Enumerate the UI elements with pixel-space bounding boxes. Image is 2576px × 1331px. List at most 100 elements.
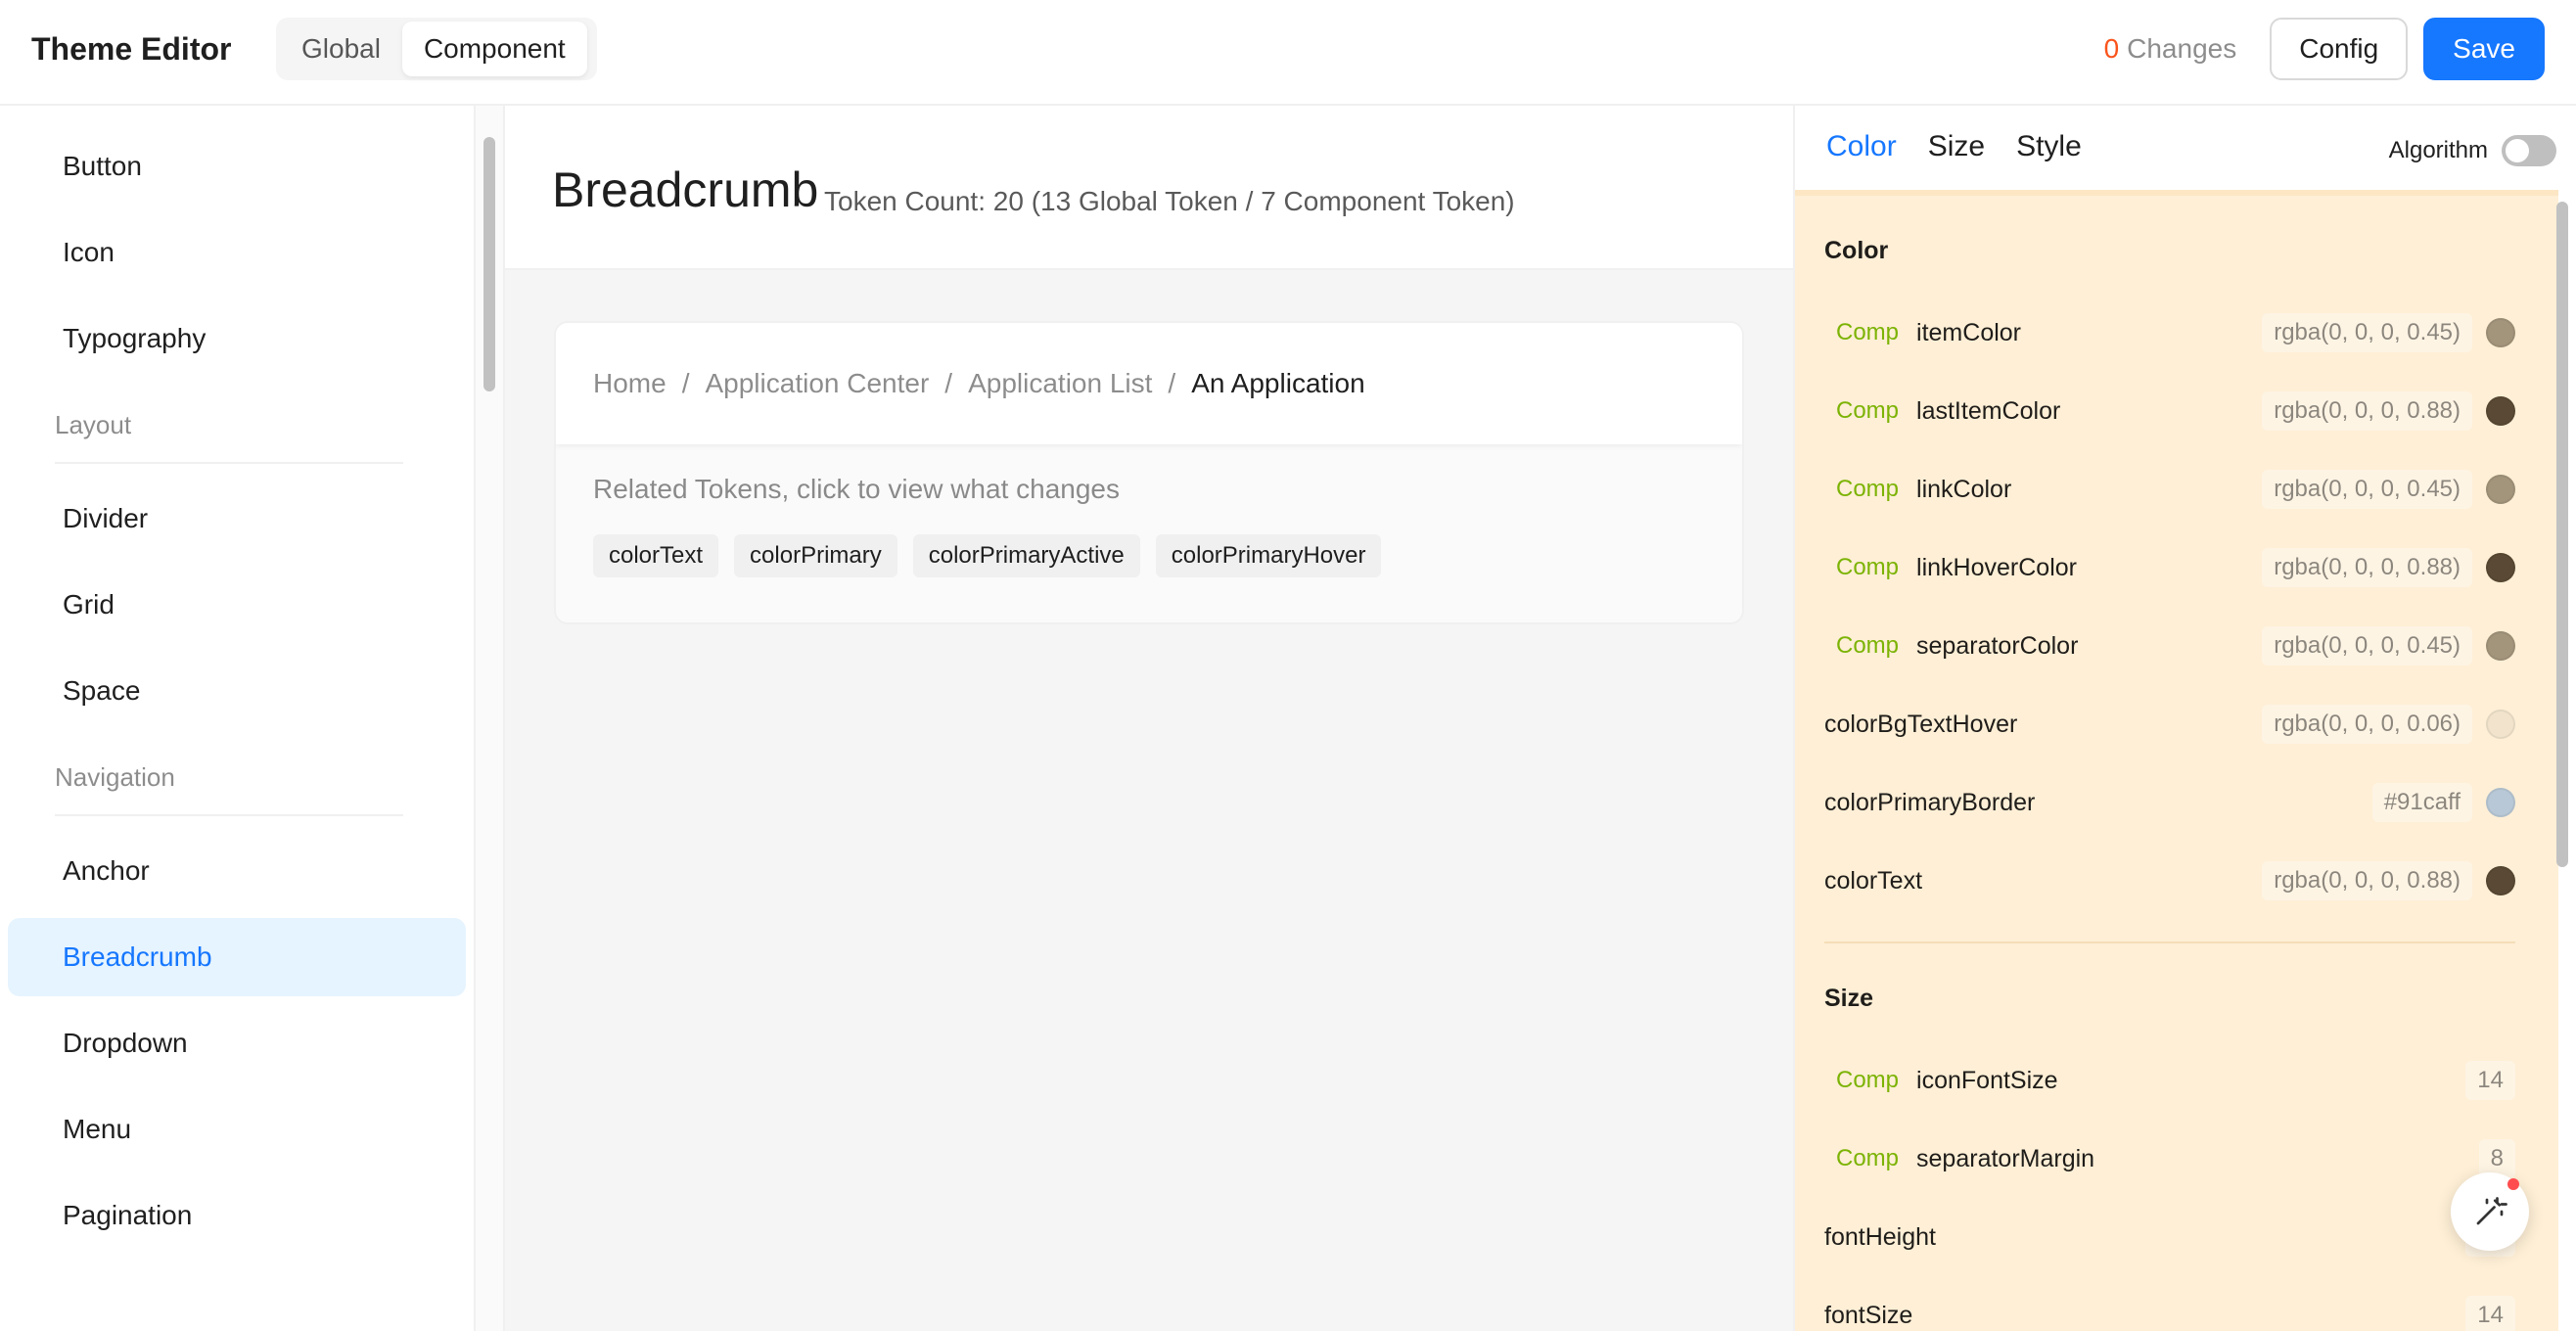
related-token-tag[interactable]: colorPrimaryActive — [912, 534, 1140, 577]
token-value-input[interactable]: rgba(0, 0, 0, 0.45) — [2262, 626, 2472, 666]
preview-card: Home / Application Center / Application List… — [554, 321, 1744, 624]
color-swatch[interactable] — [2486, 553, 2515, 582]
changes-indicator: 0 Changes — [2104, 33, 2237, 65]
token-value-input[interactable]: rgba(0, 0, 0, 0.06) — [2262, 705, 2472, 744]
color-swatch[interactable] — [2486, 631, 2515, 661]
main-content: Breadcrumb Token Count: 20 (13 Global To… — [505, 106, 1793, 1331]
sidebar-item-typography[interactable]: Typography — [8, 299, 466, 378]
component-title: Breadcrumb — [552, 162, 819, 217]
token-name: colorBgTextHover — [1824, 710, 2018, 738]
color-swatch[interactable] — [2486, 475, 2515, 504]
token-row[interactable]: Comp separatorMargin 8 — [1824, 1120, 2515, 1198]
changes-label: Changes — [2127, 33, 2237, 64]
token-row[interactable]: fontHeight22 — [1824, 1198, 2515, 1276]
token-value-input[interactable]: 14 — [2465, 1296, 2515, 1331]
color-swatch[interactable] — [2486, 318, 2515, 347]
breadcrumb-item[interactable]: Home — [593, 364, 667, 403]
token-value-input[interactable]: rgba(0, 0, 0, 0.45) — [2262, 470, 2472, 509]
changes-count: 0 — [2103, 33, 2120, 64]
panel-scrollbar[interactable] — [2556, 202, 2568, 867]
sidebar-item-button[interactable]: Button — [8, 127, 466, 206]
token-panel: Color Size Style Algorithm Color Comp ite… — [1793, 106, 2576, 1331]
section-title-color: Color — [1824, 237, 1889, 264]
header: Theme Editor Global Component 0 Changes C… — [0, 0, 2576, 106]
breadcrumb-separator: / — [944, 368, 953, 398]
size-section: Size Comp iconFontSize 14 Comp separatorMarg… — [1795, 943, 2558, 1331]
mode-global-tab[interactable]: Global — [280, 22, 402, 76]
sidebar-group-layout: Layout — [8, 386, 466, 464]
related-token-tag[interactable]: colorText — [593, 534, 719, 577]
comp-badge: Comp — [1836, 1145, 1900, 1171]
token-list: Color Comp itemColor rgba(0, 0, 0, 0.45) Co… — [1795, 190, 2558, 1331]
comp-badge: Comp — [1836, 632, 1900, 659]
color-swatch[interactable] — [2486, 396, 2515, 426]
comp-badge: Comp — [1836, 1067, 1900, 1093]
tab-style[interactable]: Style — [2016, 106, 2082, 196]
sidebar-item-menu[interactable]: Menu — [8, 1090, 466, 1169]
token-row[interactable]: Comp lastItemColor rgba(0, 0, 0, 0.88) — [1824, 372, 2515, 450]
breadcrumb-item[interactable]: Application Center — [705, 364, 929, 403]
token-name: fontHeight — [1824, 1222, 1936, 1251]
token-name: itemColor — [1916, 318, 2022, 346]
token-row[interactable]: Comp separatorColor rgba(0, 0, 0, 0.45) — [1824, 607, 2515, 685]
breadcrumb-separator: / — [1168, 368, 1176, 398]
config-button[interactable]: Config — [2270, 18, 2409, 80]
component-header: Breadcrumb Token Count: 20 (13 Global To… — [505, 106, 1793, 270]
token-row[interactable]: fontSize 14 — [1824, 1276, 2515, 1331]
token-row[interactable]: colorPrimaryBorder #91caff — [1824, 763, 2515, 842]
breadcrumb-separator: / — [681, 368, 690, 398]
sidebar-item-dropdown[interactable]: Dropdown — [8, 1004, 466, 1082]
sidebar-item-anchor[interactable]: Anchor — [8, 832, 466, 910]
comp-badge: Comp — [1836, 476, 1900, 502]
save-button[interactable]: Save — [2423, 18, 2545, 80]
color-section: Color Comp itemColor rgba(0, 0, 0, 0.45) Co… — [1795, 196, 2558, 943]
token-name: iconFontSize — [1916, 1066, 2058, 1094]
section-title-size: Size — [1824, 985, 1874, 1012]
sidebar-scrollbar[interactable] — [483, 137, 495, 391]
token-name: lastItemColor — [1916, 396, 2061, 425]
component-sidebar: Button Icon Typography Layout Divider Grid Spa… — [0, 106, 476, 1331]
sidebar-item-icon[interactable]: Icon — [8, 213, 466, 292]
token-row[interactable]: colorText rgba(0, 0, 0, 0.88) — [1824, 842, 2515, 920]
sidebar-item-space[interactable]: Space — [8, 652, 466, 730]
sidebar-item-divider[interactable]: Divider — [8, 480, 466, 558]
magic-wand-icon — [2476, 1197, 2507, 1225]
token-name: colorText — [1824, 866, 1923, 895]
token-value-input[interactable]: rgba(0, 0, 0, 0.88) — [2262, 548, 2472, 587]
token-value-input[interactable]: rgba(0, 0, 0, 0.88) — [2262, 391, 2472, 431]
token-row[interactable]: Comp itemColor rgba(0, 0, 0, 0.45) — [1824, 294, 2515, 372]
related-tokens-list: colorText colorPrimary colorPrimaryActive c… — [593, 534, 1397, 577]
token-name: linkHoverColor — [1916, 553, 2077, 581]
sidebar-item-pagination[interactable]: Pagination — [8, 1176, 466, 1255]
color-swatch[interactable] — [2486, 866, 2515, 895]
token-row[interactable]: Comp linkColor rgba(0, 0, 0, 0.45) — [1824, 450, 2515, 528]
tab-color[interactable]: Color — [1826, 106, 1897, 204]
token-count: Token Count: 20 (13 Global Token / 7 Com… — [824, 186, 1515, 216]
token-row[interactable]: Comp iconFontSize 14 — [1824, 1041, 2515, 1120]
color-swatch[interactable] — [2486, 710, 2515, 739]
token-value-input[interactable]: rgba(0, 0, 0, 0.88) — [2262, 861, 2472, 900]
sidebar-item-grid[interactable]: Grid — [8, 566, 466, 644]
algorithm-switch[interactable] — [2502, 135, 2556, 166]
tab-size[interactable]: Size — [1928, 106, 1985, 196]
mode-component-tab[interactable]: Component — [401, 22, 587, 76]
related-tokens-title: Related Tokens, click to view what chang… — [593, 474, 1120, 504]
header-actions: 0 Changes Config Save — [2104, 18, 2545, 80]
token-name: separatorMargin — [1916, 1144, 2095, 1172]
comp-badge: Comp — [1836, 397, 1900, 424]
token-row[interactable]: Comp linkHoverColor rgba(0, 0, 0, 0.88) — [1824, 528, 2515, 607]
app-title: Theme Editor — [31, 31, 232, 67]
token-value-input[interactable]: 14 — [2465, 1061, 2515, 1100]
sidebar-list: Button Icon Typography Layout Divider Grid Spa… — [8, 127, 466, 1262]
sidebar-group-navigation: Navigation — [8, 738, 466, 816]
magic-wand-button[interactable] — [2451, 1172, 2529, 1251]
token-row[interactable]: colorBgTextHover rgba(0, 0, 0, 0.06) — [1824, 685, 2515, 763]
related-token-tag[interactable]: colorPrimary — [734, 534, 897, 577]
token-value-input[interactable]: #91caff — [2371, 783, 2472, 822]
token-value-input[interactable]: rgba(0, 0, 0, 0.45) — [2262, 313, 2472, 352]
token-name: colorPrimaryBorder — [1824, 788, 2036, 816]
related-token-tag[interactable]: colorPrimaryHover — [1155, 534, 1382, 577]
breadcrumb-item[interactable]: Application List — [968, 364, 1152, 403]
color-swatch[interactable] — [2486, 788, 2515, 817]
sidebar-item-breadcrumb[interactable]: Breadcrumb — [8, 918, 466, 996]
